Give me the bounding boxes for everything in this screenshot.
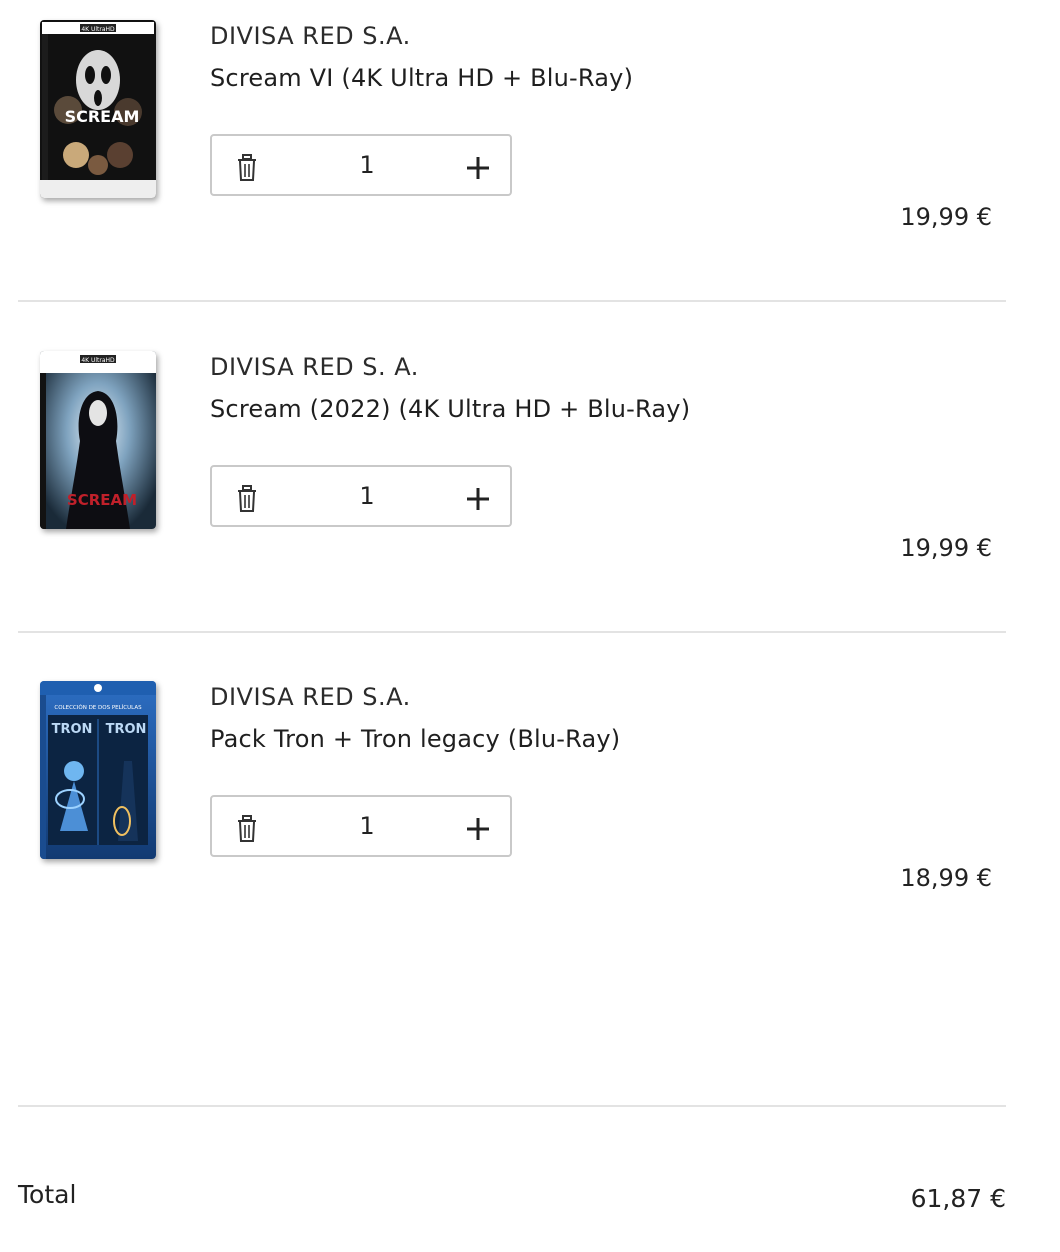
- svg-text:SCREAM: SCREAM: [67, 491, 137, 509]
- trash-icon[interactable]: [230, 150, 264, 184]
- item-divider: [18, 300, 1006, 302]
- product-cover-image[interactable]: 4K UltraHD SCREAM: [40, 351, 156, 529]
- quantity-stepper: 1: [210, 465, 512, 527]
- svg-text:SCREAM: SCREAM: [65, 107, 140, 126]
- product-title[interactable]: Pack Tron + Tron legacy (Blu-Ray): [210, 725, 620, 753]
- svg-text:TRON: TRON: [106, 722, 147, 737]
- seller-name: DIVISA RED S. A.: [210, 353, 419, 381]
- product-title[interactable]: Scream VI (4K Ultra HD + Blu-Ray): [210, 64, 633, 92]
- trash-icon[interactable]: [230, 481, 264, 515]
- product-price: 19,99 €: [900, 203, 992, 231]
- svg-text:4K UltraHD: 4K UltraHD: [81, 357, 115, 364]
- seller-name: DIVISA RED S.A.: [210, 683, 411, 711]
- product-price: 18,99 €: [900, 864, 992, 892]
- plus-icon[interactable]: [464, 485, 492, 513]
- product-price: 19,99 €: [900, 534, 992, 562]
- product-title[interactable]: Scream (2022) (4K Ultra HD + Blu-Ray): [210, 395, 690, 423]
- seller-name: DIVISA RED S.A.: [210, 22, 411, 50]
- trash-icon[interactable]: [230, 811, 264, 845]
- product-cover-image[interactable]: 4K UltraHD SCREAM: [40, 20, 156, 198]
- item-divider: [18, 631, 1006, 633]
- cart-item: 4K UltraHD SCREAM DIVISA RED S.A. Scream…: [0, 0, 1060, 300]
- quantity-value[interactable]: 1: [322, 482, 412, 510]
- quantity-value[interactable]: 1: [322, 151, 412, 179]
- cart-item: COLECCIÓN DE DOS PELÍCULAS TRON TRON DIV…: [0, 661, 1060, 961]
- svg-text:4K UltraHD: 4K UltraHD: [81, 26, 115, 33]
- quantity-stepper: 1: [210, 795, 512, 857]
- quantity-value[interactable]: 1: [322, 812, 412, 840]
- product-cover-image[interactable]: COLECCIÓN DE DOS PELÍCULAS TRON TRON: [40, 681, 156, 859]
- plus-icon[interactable]: [464, 815, 492, 843]
- total-value: 61,87 €: [910, 1184, 1006, 1213]
- plus-icon[interactable]: [464, 154, 492, 182]
- cart-item: 4K UltraHD SCREAM DIVISA RED S. A. Screa…: [0, 331, 1060, 631]
- quantity-stepper: 1: [210, 134, 512, 196]
- svg-text:COLECCIÓN DE DOS PELÍCULAS: COLECCIÓN DE DOS PELÍCULAS: [54, 704, 142, 711]
- total-divider: [18, 1105, 1006, 1107]
- svg-text:TRON: TRON: [52, 722, 93, 737]
- total-label: Total: [18, 1180, 77, 1209]
